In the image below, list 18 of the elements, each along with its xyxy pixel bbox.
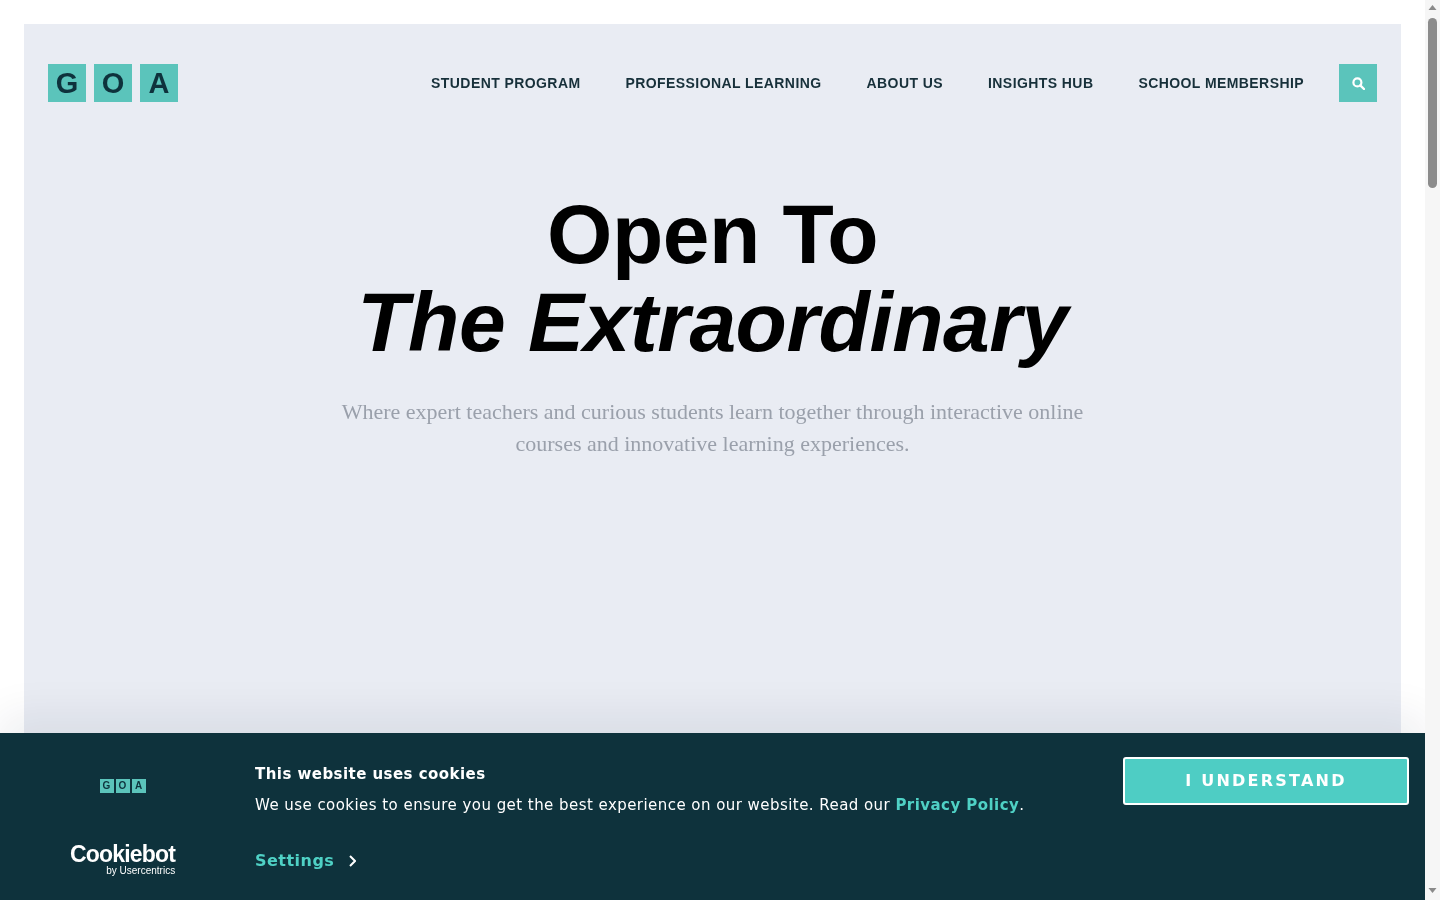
nav-link[interactable]: INSIGHTS HUB xyxy=(988,72,1094,94)
settings-link[interactable]: Settings xyxy=(255,849,357,873)
chevron-right-icon xyxy=(349,855,357,867)
search-icon xyxy=(1351,76,1365,90)
privacy-policy-link[interactable]: Privacy Policy xyxy=(895,796,1020,814)
nav-link[interactable]: SCHOOL MEMBERSHIP xyxy=(1138,72,1304,94)
hero-title-line: Open To xyxy=(546,190,879,278)
cookiebot-wordmark: Cookiebot xyxy=(69,843,176,865)
hero-subtitle: Where expert teachers and curious students learn together through interactive online courses and innovative learning experiences. xyxy=(340,398,1085,458)
cookie-heading: This website uses cookies xyxy=(255,764,487,785)
nav-link[interactable]: ABOUT US xyxy=(866,72,944,94)
search-button[interactable] xyxy=(1339,64,1377,102)
site-logo[interactable]: G O A xyxy=(48,64,178,102)
cookie-message: We use cookies to ensure you get the best experience on our website. Read our Privacy Policy. xyxy=(255,795,1026,816)
nav-link[interactable]: STUDENT PROGRAM xyxy=(431,72,581,94)
banner-logo: G O A xyxy=(99,779,146,793)
nav-link[interactable]: PROFESSIONAL LEARNING xyxy=(625,72,822,94)
cookiebot-tagline: by Usercentrics xyxy=(105,865,176,876)
